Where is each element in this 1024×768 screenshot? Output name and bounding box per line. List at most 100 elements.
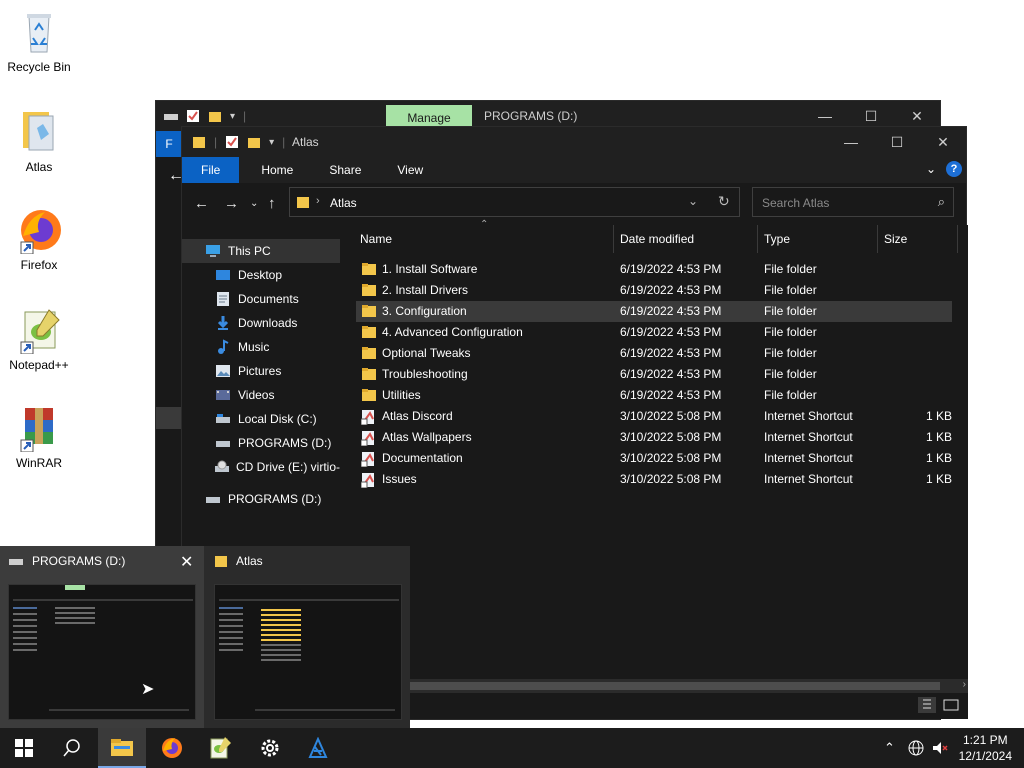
nav-item-downloads[interactable]: Downloads <box>182 311 340 335</box>
nav-item-cd-drive-e[interactable]: CD Drive (E:) virtio-w <box>182 455 340 479</box>
tab-file[interactable]: File <box>182 157 240 183</box>
table-row[interactable]: Atlas Wallpapers 3/10/2022 5:08 PM Interne… <box>356 427 952 448</box>
taskbar-atlas[interactable] <box>294 728 342 768</box>
properties-icon[interactable] <box>186 109 200 123</box>
search-button[interactable] <box>48 728 96 768</box>
new-folder-icon[interactable] <box>247 135 261 149</box>
show-hidden-icons-icon[interactable]: ⌃ <box>884 740 895 756</box>
table-row[interactable]: Atlas Discord 3/10/2022 5:08 PM Internet S… <box>356 406 952 427</box>
nav-item-programs-d-root[interactable]: PROGRAMS (D:) <box>182 487 340 511</box>
column-header-size[interactable]: Size <box>878 225 958 253</box>
help-icon[interactable]: ? <box>946 161 962 177</box>
breadcrumb-separator-icon[interactable]: › <box>316 195 320 207</box>
minimize-button[interactable]: — <box>828 127 874 157</box>
customize-qa-icon[interactable]: ▾ <box>230 111 235 122</box>
taskbar-settings[interactable] <box>246 728 294 768</box>
file-type: Internet Shortcut <box>764 409 853 423</box>
nav-item-label: Pictures <box>238 364 282 378</box>
recent-locations-icon[interactable]: ⌄ <box>250 198 258 209</box>
horizontal-scrollbar[interactable]: › <box>408 679 968 693</box>
volume-muted-icon[interactable] <box>931 739 949 757</box>
taskbar-firefox[interactable] <box>148 728 196 768</box>
file-type: File folder <box>764 325 817 339</box>
desktop-icon-recycle-bin[interactable]: Recycle Bin <box>1 8 77 74</box>
firefox-icon <box>15 206 63 255</box>
file-date-modified: 3/10/2022 5:08 PM <box>620 430 722 444</box>
winrar-icon <box>15 404 63 453</box>
maximize-button[interactable]: ☐ <box>874 127 920 157</box>
nav-item-programs-d[interactable]: PROGRAMS (D:) <box>182 431 340 455</box>
scroll-right-icon[interactable]: › <box>963 679 966 690</box>
breadcrumb[interactable]: Atlas <box>330 196 357 210</box>
table-row[interactable]: 3. Configuration 6/19/2022 4:53 PM File fo… <box>356 301 952 322</box>
nav-item-pictures[interactable]: Pictures <box>182 359 340 383</box>
desktop-icon-winrar[interactable]: WinRAR <box>1 404 77 470</box>
tab-home[interactable]: Home <box>239 157 307 183</box>
taskbar-notepadpp[interactable] <box>196 728 244 768</box>
file-date-modified: 6/19/2022 4:53 PM <box>620 367 722 381</box>
thumbnail-programs-d[interactable]: PROGRAMS (D:) ✕ ➤ <box>0 546 204 728</box>
nav-item-documents[interactable]: Documents <box>182 287 340 311</box>
drive-icon <box>164 114 178 120</box>
address-bar[interactable]: › Atlas ⌄ ↻ <box>289 187 740 217</box>
tab-file[interactable]: F <box>156 131 182 157</box>
tab-view[interactable]: View <box>375 157 437 183</box>
window-title: PROGRAMS (D:) <box>484 109 578 123</box>
properties-icon[interactable] <box>225 135 239 149</box>
refresh-icon[interactable]: ↻ <box>718 193 730 210</box>
thumbnail-title: Atlas <box>236 554 263 568</box>
file-name: Issues <box>382 472 417 486</box>
table-row[interactable]: 1. Install Software 6/19/2022 4:53 PM File… <box>356 259 952 280</box>
table-row[interactable]: Issues 3/10/2022 5:08 PM Internet Shortcut… <box>356 469 952 490</box>
scrollbar-thumb[interactable] <box>410 682 940 690</box>
up-arrow-icon[interactable]: ↑ <box>268 195 276 212</box>
close-button[interactable]: ✕ <box>920 127 966 157</box>
clock[interactable]: 1:21 PM 12/1/2024 <box>959 732 1012 764</box>
nav-item-local-disk-c[interactable]: Local Disk (C:) <box>182 407 340 431</box>
search-icon: ⌕ <box>937 194 945 209</box>
drive-icon <box>214 411 232 427</box>
nav-item-desktop[interactable]: Desktop <box>182 263 340 287</box>
thumbnail-image <box>214 584 402 720</box>
desktop-icon-firefox[interactable]: Firefox <box>1 206 77 272</box>
start-icon <box>15 739 33 757</box>
file-type: File folder <box>764 388 817 402</box>
large-icons-view-icon[interactable] <box>942 697 960 713</box>
taskbar-file-explorer[interactable] <box>98 728 146 768</box>
forward-arrow-icon[interactable]: → <box>224 195 239 212</box>
details-view-icon[interactable] <box>918 697 936 713</box>
new-folder-icon[interactable] <box>208 109 222 123</box>
column-header-type[interactable]: Type <box>758 225 878 253</box>
back-arrow-icon[interactable]: ← <box>194 195 209 212</box>
notepadpp-icon <box>15 306 63 355</box>
file-explorer-icon <box>111 739 133 756</box>
network-globe-icon[interactable] <box>907 739 925 757</box>
table-row[interactable]: Utilities 6/19/2022 4:53 PM File folder <box>356 385 952 406</box>
thumbnail-atlas[interactable]: Atlas <box>206 546 410 728</box>
nav-item-videos[interactable]: Videos <box>182 383 340 407</box>
customize-qa-icon[interactable]: ▾ <box>269 137 274 148</box>
table-row[interactable]: Troubleshooting 6/19/2022 4:53 PM File fol… <box>356 364 952 385</box>
column-header-name[interactable]: Name <box>340 225 614 253</box>
taskbar: ⌃ 1:21 PM 12/1/2024 <box>0 728 1024 768</box>
nav-item-this-pc[interactable]: This PC <box>182 239 340 263</box>
title-bar[interactable]: | ▾ | Atlas — ☐ ✕ <box>182 127 966 157</box>
table-row[interactable]: 2. Install Drivers 6/19/2022 4:53 PM File … <box>356 280 952 301</box>
file-date-modified: 6/19/2022 4:53 PM <box>620 283 722 297</box>
start-button[interactable] <box>0 728 48 768</box>
file-name: Utilities <box>382 388 421 402</box>
folder-icon <box>361 262 377 276</box>
column-header-date-modified[interactable]: Date modified <box>614 225 758 253</box>
nav-item-music[interactable]: Music <box>182 335 340 359</box>
table-row[interactable]: 4. Advanced Configuration 6/19/2022 4:53 … <box>356 322 952 343</box>
chevron-down-icon[interactable]: ⌄ <box>688 194 698 208</box>
close-icon[interactable]: ✕ <box>180 552 193 572</box>
tab-share[interactable]: Share <box>307 157 375 183</box>
desktop-icon-notepadpp[interactable]: Notepad++ <box>1 306 77 372</box>
table-row[interactable]: Documentation 3/10/2022 5:08 PM Internet S… <box>356 448 952 469</box>
quick-access-toolbar: ▾ | <box>164 109 246 123</box>
desktop-icon-atlas[interactable]: Atlas <box>1 108 77 174</box>
search-input[interactable]: Search Atlas ⌕ <box>752 187 954 217</box>
expand-ribbon-icon[interactable]: ⌄ <box>926 162 936 176</box>
table-row[interactable]: Optional Tweaks 6/19/2022 4:53 PM File fol… <box>356 343 952 364</box>
